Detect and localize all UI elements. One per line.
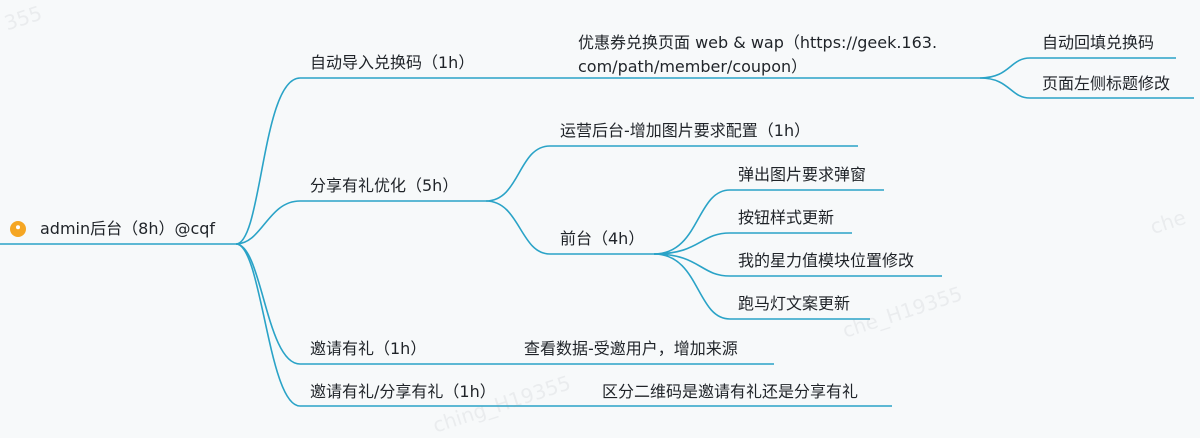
branch-invite-gift-label: 邀请有礼（1h）: [310, 339, 427, 358]
branch-auto-import[interactable]: 自动导入兑换码（1h）: [310, 52, 474, 74]
node-button-style[interactable]: 按钮样式更新: [738, 207, 834, 229]
branch-invite-share[interactable]: 邀请有礼/分享有礼（1h）: [310, 381, 496, 403]
branch-invite-share-label: 邀请有礼/分享有礼（1h）: [310, 382, 496, 401]
node-frontend-label: 前台（4h）: [560, 229, 645, 248]
connector-root-branch2: [235, 200, 486, 245]
node-autofill-code[interactable]: 自动回填兑换码: [1042, 32, 1154, 54]
node-autofill-code-label: 自动回填兑换码: [1042, 33, 1155, 52]
node-star-power-module[interactable]: 我的星力值模块位置修改: [738, 250, 914, 272]
node-qr-distinguish[interactable]: 区分二维码是邀请有礼还是分享有礼: [602, 381, 858, 403]
node-marquee-copy-label: 跑马灯文案更新: [738, 294, 851, 313]
node-star-power-module-label: 我的星力值模块位置修改: [738, 251, 915, 270]
connector-root-branch1: [235, 77, 496, 245]
branch-share-optimize-label: 分享有礼优化（5h）: [310, 176, 459, 195]
node-image-popup-label: 弹出图片要求弹窗: [738, 165, 867, 184]
node-ops-image-config[interactable]: 运营后台-增加图片要求配置（1h）: [560, 120, 810, 142]
node-ops-image-config-label: 运营后台-增加图片要求配置（1h）: [560, 121, 811, 140]
node-coupon-page[interactable]: 优惠券兑换页面 web & wap（https://geek.163. com/…: [578, 31, 937, 79]
node-image-popup[interactable]: 弹出图片要求弹窗: [738, 164, 866, 186]
user-icon: [10, 221, 26, 237]
branch-share-optimize[interactable]: 分享有礼优化（5h）: [310, 175, 458, 197]
branch-invite-gift[interactable]: 邀请有礼（1h）: [310, 338, 426, 360]
root-node[interactable]: admin后台（8h）@cqf: [10, 218, 215, 240]
node-left-title-edit-label: 页面左侧标题修改: [1042, 74, 1171, 93]
node-invitee-data[interactable]: 查看数据-受邀用户，增加来源: [524, 338, 738, 360]
node-marquee-copy[interactable]: 跑马灯文案更新: [738, 293, 850, 315]
node-coupon-page-line1: 优惠券兑换页面 web & wap（https://geek.163.: [578, 33, 938, 52]
node-button-style-label: 按钮样式更新: [738, 208, 835, 227]
node-invitee-data-label: 查看数据-受邀用户，增加来源: [524, 339, 738, 358]
node-frontend[interactable]: 前台（4h）: [560, 228, 644, 250]
branch-auto-import-label: 自动导入兑换码（1h）: [310, 53, 475, 72]
node-left-title-edit[interactable]: 页面左侧标题修改: [1042, 73, 1170, 95]
node-coupon-page-line2: com/path/member/coupon）: [578, 57, 808, 76]
root-label: admin后台（8h）@cqf: [40, 219, 216, 238]
node-qr-distinguish-label: 区分二维码是邀请有礼还是分享有礼: [602, 382, 859, 401]
